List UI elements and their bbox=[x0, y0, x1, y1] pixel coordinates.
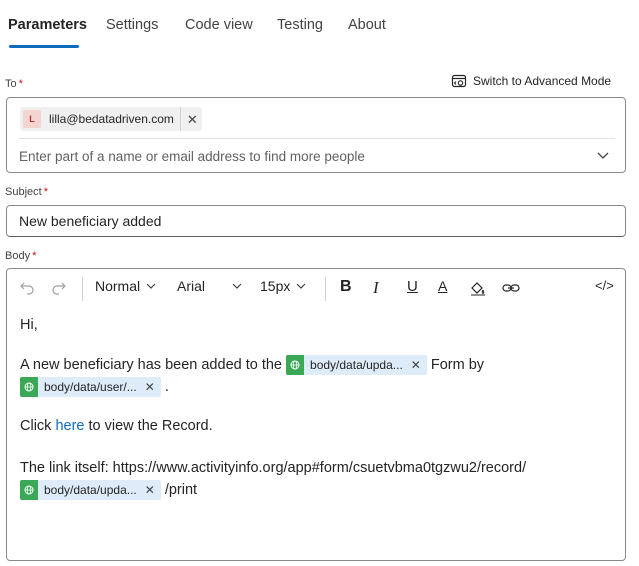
chevron-down-icon[interactable] bbox=[596, 150, 610, 160]
advanced-mode-icon bbox=[451, 74, 467, 88]
underline-button[interactable]: U bbox=[407, 278, 418, 295]
redo-icon[interactable] bbox=[51, 280, 67, 296]
required-mark: * bbox=[32, 250, 37, 262]
remove-token-icon[interactable]: ✕ bbox=[145, 377, 155, 397]
subject-label: Subject * bbox=[5, 186, 48, 198]
avatar: L bbox=[23, 110, 41, 128]
chevron-down-icon bbox=[146, 283, 156, 289]
chevron-down-icon bbox=[232, 283, 242, 289]
tab-code-view[interactable]: Code view bbox=[185, 17, 253, 33]
dynamic-token[interactable]: body/data/upda... ✕ bbox=[286, 355, 427, 376]
tab-bar: Parameters Settings Code view Testing Ab… bbox=[0, 0, 639, 52]
dynamic-token[interactable]: body/data/upda... ✕ bbox=[20, 480, 161, 501]
to-divider bbox=[19, 138, 615, 139]
paragraph-line: The link itself: https://www.activityinf… bbox=[20, 460, 527, 476]
to-field[interactable]: L lilla@bedatadriven.com ✕ bbox=[6, 97, 626, 173]
chevron-down-icon bbox=[296, 283, 306, 289]
code-view-button[interactable]: </> bbox=[595, 278, 614, 293]
remove-token-icon[interactable]: ✕ bbox=[411, 355, 421, 375]
globe-icon bbox=[286, 355, 305, 376]
tab-testing[interactable]: Testing bbox=[277, 17, 323, 33]
font-size-dropdown[interactable]: 15px bbox=[260, 278, 307, 294]
paragraph-line: A new beneficiary has been added to the … bbox=[20, 353, 484, 377]
font-color-button[interactable]: A bbox=[438, 278, 447, 294]
globe-icon bbox=[20, 377, 38, 398]
paragraph-style-dropdown[interactable]: Normal bbox=[95, 278, 157, 294]
advanced-mode-label: Switch to Advanced Mode bbox=[473, 74, 612, 88]
switch-advanced-mode-button[interactable]: Switch to Advanced Mode bbox=[451, 73, 611, 89]
people-search-input[interactable] bbox=[19, 145, 579, 167]
remove-token-icon[interactable]: ✕ bbox=[145, 480, 155, 500]
required-mark: * bbox=[18, 78, 23, 90]
tab-about[interactable]: About bbox=[348, 17, 386, 33]
toolbar-divider bbox=[325, 277, 326, 301]
subject-input[interactable]: New beneficiary added bbox=[6, 205, 626, 237]
highlight-color-icon[interactable] bbox=[469, 280, 487, 296]
here-link[interactable]: here bbox=[55, 418, 84, 434]
dynamic-token[interactable]: body/data/user/... ✕ bbox=[20, 377, 161, 398]
toolbar-divider bbox=[82, 277, 83, 301]
paragraph-line: Click here to view the Record. bbox=[20, 418, 213, 434]
greeting-text: Hi, bbox=[20, 317, 38, 333]
required-mark: * bbox=[43, 186, 48, 198]
undo-icon[interactable] bbox=[19, 280, 35, 296]
tab-settings[interactable]: Settings bbox=[106, 17, 158, 33]
body-label: Body * bbox=[5, 250, 37, 262]
recipient-chip[interactable]: L lilla@bedatadriven.com ✕ bbox=[20, 107, 202, 131]
paragraph-line: body/data/user/... ✕ . bbox=[20, 375, 169, 399]
font-family-dropdown[interactable]: Arial bbox=[177, 278, 243, 294]
globe-icon bbox=[20, 480, 38, 501]
active-tab-indicator bbox=[9, 45, 79, 48]
chip-divider bbox=[179, 107, 181, 131]
paragraph-line: body/data/upda... ✕ /print bbox=[20, 478, 197, 502]
italic-button[interactable]: I bbox=[373, 278, 379, 298]
link-icon[interactable] bbox=[502, 281, 520, 295]
recipient-email: lilla@bedatadriven.com bbox=[49, 112, 174, 126]
to-label: To * bbox=[5, 78, 23, 90]
bold-button[interactable]: B bbox=[340, 278, 352, 296]
remove-recipient-icon[interactable]: ✕ bbox=[187, 113, 198, 126]
tab-parameters[interactable]: Parameters bbox=[8, 17, 87, 33]
body-editor[interactable]: Normal Arial 15px B I U A </> Hi, A new … bbox=[6, 268, 626, 561]
editor-toolbar: Normal Arial 15px B I U A </> bbox=[7, 269, 625, 309]
